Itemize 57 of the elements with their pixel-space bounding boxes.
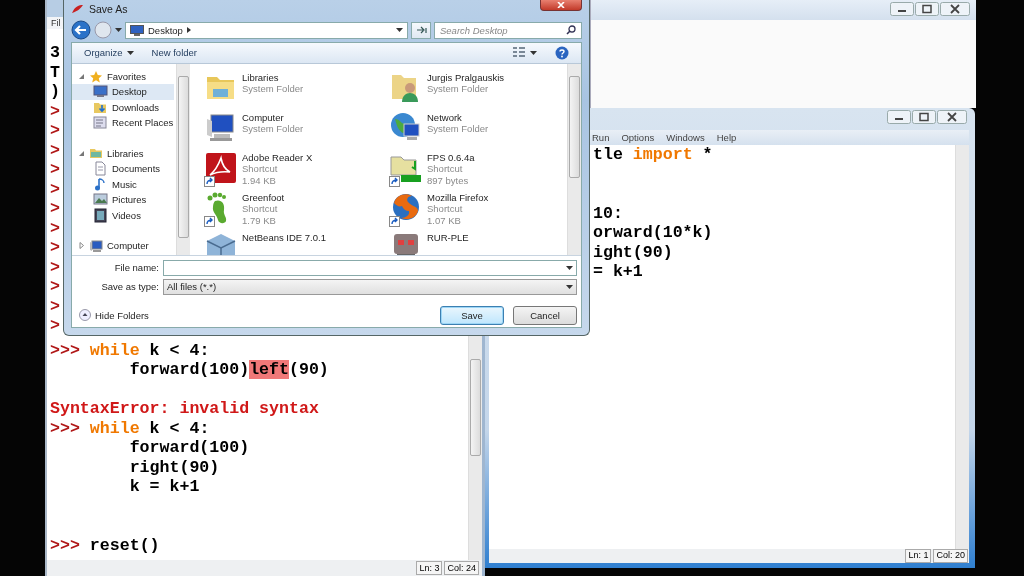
code-line: orward(10*k) <box>593 223 713 242</box>
file-size: 897 bytes <box>427 174 470 187</box>
code-line: ight(90) <box>593 242 673 262</box>
file-type: System Folder <box>427 83 490 95</box>
code-line: > <box>50 218 60 238</box>
file-type: Shortcut <box>427 163 464 175</box>
code-line: > <box>50 140 60 160</box>
code-line: k = k+1 <box>129 477 200 496</box>
file-name: Jurgis Pralgauskis <box>427 71 505 84</box>
code-line: > <box>50 296 60 316</box>
code-line: > <box>50 277 60 296</box>
code-line: > <box>50 179 60 199</box>
file-name: FPS 0.6.4a <box>427 151 475 164</box>
file-name: Computer <box>242 111 285 124</box>
file-name: Network <box>427 111 463 124</box>
file-type: System Folder <box>427 123 489 135</box>
status-text: Col: 24 <box>444 561 479 575</box>
code-line: > <box>50 238 60 257</box>
file-type: System Folder <box>242 123 304 135</box>
code-line: > <box>50 257 60 277</box>
file-size: 1.79 KB <box>242 214 277 227</box>
code-line: ) <box>50 82 60 101</box>
file-name: NetBeans IDE 7.0.1 <box>242 231 326 244</box>
status-text: Ln: 3 <box>416 561 443 575</box>
dialog-title: Save As <box>89 3 128 15</box>
code-line: right(90) <box>129 457 220 477</box>
file-name: Adobe Reader X <box>242 151 313 164</box>
file-type: Shortcut <box>427 203 464 215</box>
code-line: > <box>50 101 60 121</box>
code-line: >>> reset() <box>50 535 160 555</box>
file-type: System Folder <box>242 83 304 95</box>
status-text: Col: 20 <box>933 549 968 563</box>
code-line: > <box>50 199 60 218</box>
code-line: SyntaxError: invalid syntax <box>50 399 319 418</box>
file-size: 1.07 KB <box>427 214 462 227</box>
file-size: 1.94 KB <box>242 174 277 187</box>
code-line: forward(100) <box>129 438 250 457</box>
field-label: File name: <box>113 262 160 274</box>
code-line: = k+1 <box>593 262 643 281</box>
code-line: > <box>50 160 60 179</box>
file-name: Mozilla Firefox <box>427 191 489 204</box>
file-type: Shortcut <box>242 203 279 215</box>
code-line: 3 <box>50 43 60 62</box>
file-type: Shortcut <box>242 163 279 175</box>
code-line: 10: <box>593 203 623 223</box>
file-name: RUR-PLE <box>427 231 469 244</box>
code-line: >>> while k < 4: <box>50 418 210 438</box>
code-line: > <box>50 121 60 140</box>
status-text: Ln: 1 <box>905 549 932 563</box>
file-name: Libraries <box>242 71 280 84</box>
code-line: >>> while k < 4: <box>50 340 210 360</box>
code-line: T <box>50 62 60 82</box>
field-label: Save as type: <box>100 281 160 293</box>
code-line: tle import * <box>593 145 713 164</box>
code-line: forward(100)left(90) <box>129 360 329 379</box>
code-line: > <box>50 316 60 335</box>
file-name: Greenfoot <box>242 191 285 204</box>
